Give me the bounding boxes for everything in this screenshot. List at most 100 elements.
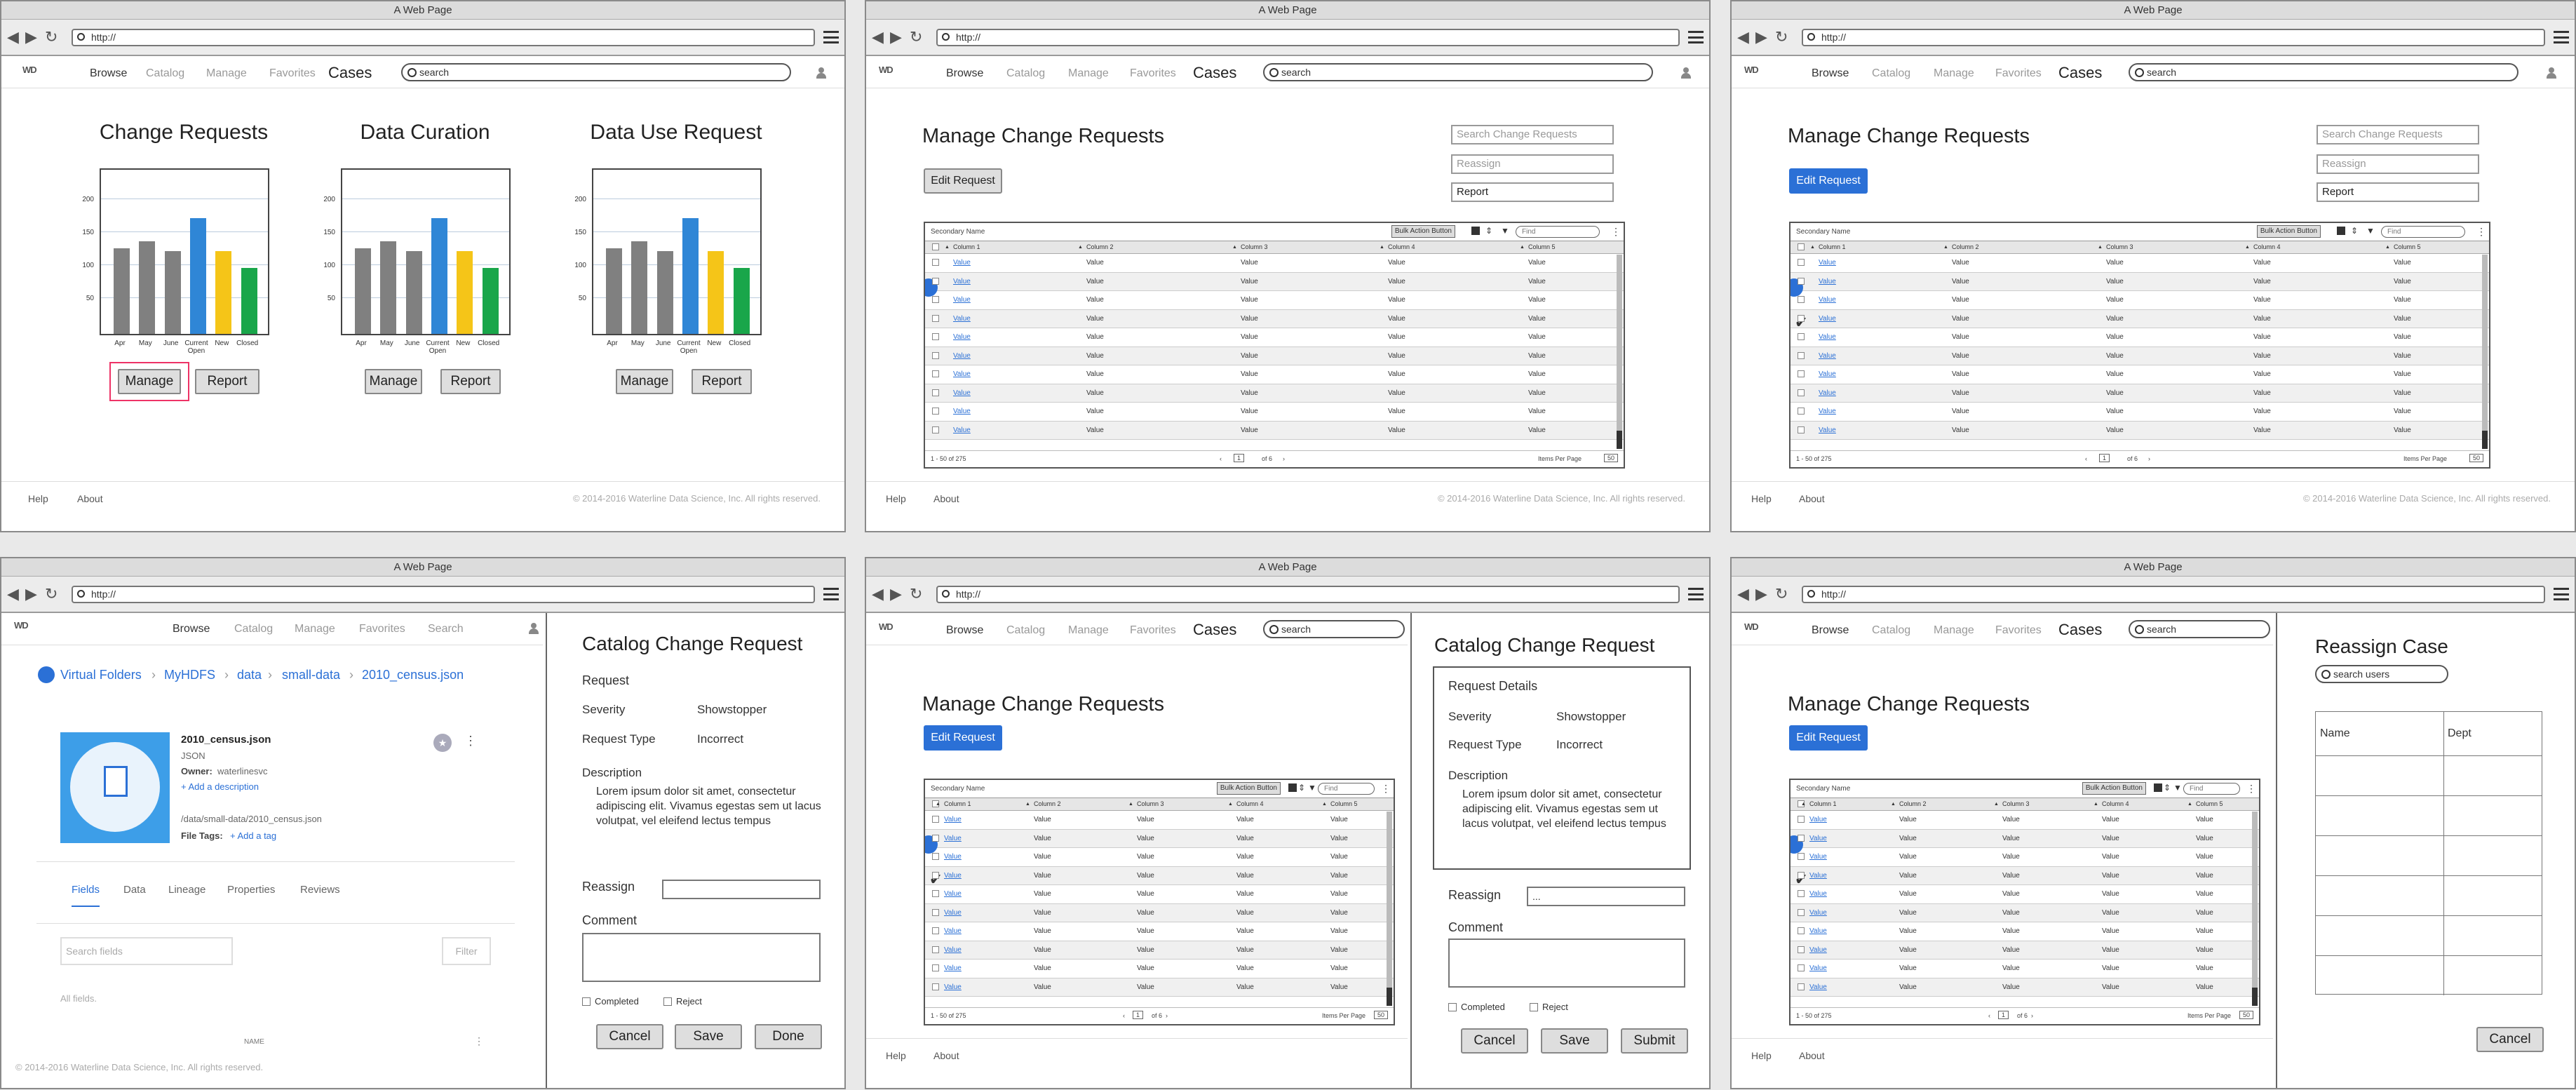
cell-link[interactable]: Value [944, 983, 962, 991]
grid-view-icon[interactable] [2154, 783, 2162, 792]
row-checkbox[interactable] [932, 314, 939, 322]
cell-link[interactable]: Value [1809, 853, 1827, 861]
table-row[interactable]: Value Value Value Value Value [1791, 885, 2259, 904]
bar[interactable] [164, 251, 181, 334]
table-row[interactable]: Value Value Value Value Value [925, 309, 1624, 328]
search-change-requests-input[interactable]: Search Change Requests [1451, 125, 1614, 144]
table-row[interactable]: Value Value Value Value Value [925, 978, 1394, 997]
row-checkbox[interactable] [1798, 853, 1805, 861]
sort-asc-icon[interactable]: ▲ [1994, 802, 1999, 807]
row-checkbox[interactable] [1798, 890, 1805, 898]
table-row[interactable]: ✔ Value Value Value Value Value [925, 866, 1394, 887]
select-all-checkbox[interactable] [1798, 243, 1805, 250]
next-page-icon[interactable]: › [1283, 455, 1285, 462]
search-users-input[interactable]: search users [2315, 665, 2448, 683]
url-field[interactable]: http:// [936, 29, 1680, 46]
row-checkbox[interactable] [932, 983, 939, 990]
breadcrumb-3[interactable]: small-data [282, 668, 340, 682]
cell-link[interactable]: Value [1809, 835, 1827, 842]
sort-asc-icon[interactable]: ▲ [2098, 245, 2103, 250]
search-input[interactable]: search [401, 63, 791, 81]
nav-browse[interactable]: Browse [1812, 67, 1849, 80]
bar[interactable] [656, 251, 673, 334]
sort-asc-icon[interactable]: ▲ [1801, 802, 1806, 807]
cancel-button[interactable]: Cancel [596, 1024, 663, 1049]
grid-find-input[interactable]: Find [1318, 783, 1375, 795]
row-checkbox[interactable] [1798, 408, 1805, 415]
sort-asc-icon[interactable]: ▲ [2093, 802, 2098, 807]
nav-manage[interactable]: Manage [295, 623, 335, 635]
cell-link[interactable]: Value [953, 315, 971, 323]
row-checkbox[interactable] [1798, 314, 1805, 322]
row-checkbox[interactable] [932, 890, 939, 898]
sort-asc-icon[interactable]: ▲ [1520, 245, 1525, 250]
menu-icon[interactable] [823, 588, 839, 600]
cell-link[interactable]: Value [944, 835, 962, 842]
row-checkbox[interactable] [932, 834, 939, 842]
sort-asc-icon[interactable]: ▲ [1228, 802, 1233, 807]
help-link[interactable]: Help [886, 493, 906, 504]
table-row[interactable]: Value Value Value Value Value [1791, 291, 2489, 310]
next-page-icon[interactable]: › [1166, 1012, 1168, 1019]
url-field[interactable]: http:// [1802, 29, 2545, 46]
star-icon[interactable]: ★ [433, 734, 452, 752]
column-header[interactable]: Column 2 [1899, 800, 1927, 807]
save-button[interactable]: Save [675, 1024, 742, 1049]
column-header[interactable]: Column 2 [1034, 800, 1061, 807]
search-fields-input[interactable]: Search fields [60, 937, 233, 965]
table-row[interactable] [2316, 875, 2542, 915]
grid-view-icon[interactable] [1471, 227, 1480, 235]
cell-link[interactable]: Value [944, 890, 962, 898]
sort-asc-icon[interactable]: ▲ [1232, 245, 1237, 250]
menu-icon[interactable] [823, 31, 839, 43]
next-page-icon[interactable]: › [2148, 455, 2150, 462]
prev-page-icon[interactable]: ‹ [1220, 455, 1222, 462]
bar[interactable] [355, 248, 371, 334]
cell-link[interactable]: Value [1819, 315, 1836, 323]
grid-view-icon[interactable] [1288, 783, 1297, 792]
row-checkbox[interactable] [932, 946, 939, 953]
column-header[interactable]: Column 1 [1809, 800, 1837, 807]
more-icon[interactable]: ⋮ [464, 734, 477, 748]
more-icon[interactable]: ⋮ [474, 1035, 484, 1047]
done-button[interactable]: Done [755, 1024, 822, 1049]
table-row[interactable] [2316, 915, 2542, 955]
bar[interactable] [482, 267, 499, 334]
comment-textarea[interactable] [1448, 938, 1685, 988]
nav-browse[interactable]: Browse [946, 624, 983, 637]
breadcrumb-2[interactable]: data [237, 668, 262, 682]
cell-link[interactable]: Value [1809, 890, 1827, 898]
table-row[interactable]: Value Value Value Value Value [925, 403, 1624, 422]
column-header[interactable]: Column 5 [1528, 243, 1556, 250]
tab-data[interactable]: Data [123, 884, 146, 896]
tab-fields[interactable]: Fields [72, 884, 100, 907]
sort-asc-icon[interactable]: ▲ [1380, 245, 1384, 250]
table-row[interactable]: ✔ Value Value Value Value Value [1791, 309, 2489, 330]
row-checkbox[interactable] [1798, 351, 1805, 359]
table-row[interactable]: Value Value Value Value Value [1791, 922, 2259, 941]
user-icon[interactable] [2547, 67, 2556, 79]
table-row[interactable]: Value Value Value Value Value [925, 328, 1624, 347]
column-header[interactable]: Column 2 [1952, 243, 1979, 250]
cell-link[interactable]: Value [1819, 352, 1836, 360]
grid-scrollbar[interactable] [1617, 255, 1622, 449]
prev-page-icon[interactable]: ‹ [1988, 1012, 1990, 1019]
search-input[interactable]: search [2129, 63, 2518, 81]
cell-link[interactable]: Value [944, 872, 962, 880]
about-link[interactable]: About [77, 493, 103, 504]
forward-icon[interactable]: ▶ [890, 586, 902, 602]
grid-scrollbar[interactable] [1387, 812, 1392, 1006]
filter-button[interactable]: Filter [442, 937, 491, 965]
more-icon[interactable]: ⋮ [2476, 226, 2486, 238]
nav-manage[interactable]: Manage [1068, 67, 1109, 80]
cell-link[interactable]: Value [953, 333, 971, 341]
save-button[interactable]: Save [1541, 1028, 1608, 1054]
menu-icon[interactable] [1688, 588, 1704, 600]
column-header[interactable]: Column 5 [1330, 800, 1358, 807]
row-checkbox[interactable] [1798, 964, 1805, 972]
table-row[interactable]: Value Value Value Value Value [1791, 272, 2489, 297]
breadcrumb-1[interactable]: MyHDFS [164, 668, 215, 682]
cell-link[interactable]: Value [953, 408, 971, 415]
table-row[interactable]: Value Value Value Value Value [1791, 328, 2489, 347]
page-input[interactable]: 1 [1133, 1011, 1144, 1019]
